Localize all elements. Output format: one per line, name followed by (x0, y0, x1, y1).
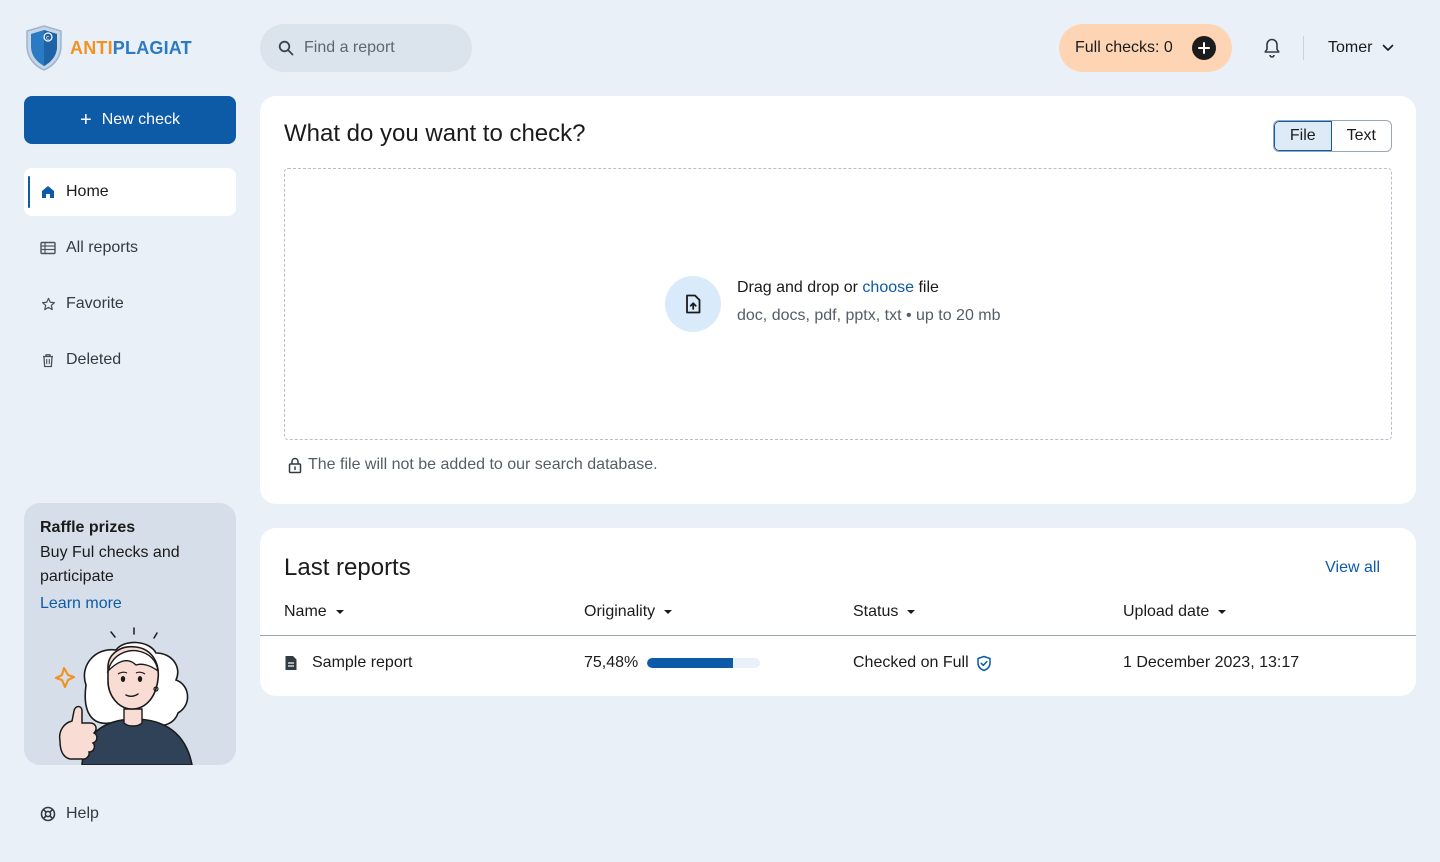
sort-caret-icon (907, 610, 916, 614)
status-text: Checked on Full (853, 654, 969, 671)
sidebar-item-deleted[interactable]: Deleted (24, 336, 236, 384)
file-text-toggle: File Text (1272, 120, 1392, 152)
column-header-originality[interactable]: Originality (584, 603, 673, 621)
add-checks-icon (1192, 36, 1216, 60)
shield-logo-icon: c (26, 25, 62, 71)
logo-text: ANTIPLAGIAT (70, 37, 192, 58)
user-menu[interactable]: Tomer (1328, 36, 1394, 60)
promo-title: Raffle prizes (40, 519, 136, 536)
drop-instructions: Drag and drop or choose file (737, 279, 939, 296)
search-bar[interactable] (260, 24, 472, 72)
originality-percent: 75,48% (584, 654, 639, 671)
document-icon (285, 656, 297, 670)
search-input[interactable] (304, 39, 464, 57)
originality-bar (647, 658, 761, 668)
upload-card: What do you want to check? File Text Dra… (260, 96, 1416, 504)
sort-caret-icon (335, 610, 344, 614)
sidebar-item-home[interactable]: Home (24, 168, 236, 216)
view-all-link[interactable]: View all (1325, 559, 1380, 577)
shield-check-icon (976, 655, 991, 671)
raffle-promo-card: Raffle prizes Buy Ful checks and partici… (24, 503, 236, 765)
star-icon (40, 296, 56, 312)
file-upload-icon (686, 294, 701, 314)
privacy-note: The file will not be added to our search… (288, 456, 658, 474)
table-header-divider (260, 635, 1416, 636)
column-header-status[interactable]: Status (853, 603, 916, 621)
help-lifebuoy-icon (40, 806, 56, 822)
trash-icon (40, 352, 56, 368)
upload-title: What do you want to check? (284, 120, 586, 147)
chevron-down-icon (1383, 44, 1394, 51)
svg-text:c: c (46, 35, 49, 42)
tab-text[interactable]: Text (1332, 121, 1391, 151)
privacy-note-text: The file will not be added to our search… (308, 456, 658, 473)
user-name: Tomer (1328, 39, 1373, 56)
last-reports-title: Last reports (284, 554, 411, 581)
sort-caret-icon (664, 610, 673, 614)
originality-bar-fill (647, 658, 733, 668)
sidebar-item-label: Deleted (66, 351, 122, 368)
sort-caret-icon (1218, 610, 1227, 614)
upload-date-cell: 1 December 2023, 13:17 (1123, 654, 1300, 671)
file-formats-hint: doc, docs, pdf, pptx, txt • up to 20 mb (737, 307, 1001, 324)
lock-icon (288, 457, 302, 473)
home-icon (40, 184, 56, 200)
status-cell: Checked on Full (853, 653, 992, 673)
new-check-label: New check (101, 111, 180, 128)
originality-cell: 75,48% (584, 653, 761, 673)
report-name: Sample report (312, 654, 413, 671)
notifications-bell-icon[interactable] (1260, 36, 1284, 60)
list-icon (40, 240, 56, 256)
header-divider (1303, 36, 1304, 60)
help-link[interactable]: Help (40, 802, 99, 826)
column-header-upload-date[interactable]: Upload date (1123, 603, 1227, 621)
last-reports-card: Last reports View all Name Originality S… (260, 528, 1416, 696)
promo-text: Buy Ful checks and participate (40, 544, 180, 585)
plus-icon: + (80, 109, 92, 131)
sidebar-item-label: Favorite (66, 295, 124, 312)
learn-more-link[interactable]: Learn more (40, 595, 122, 613)
sidebar-item-label: All reports (66, 239, 139, 256)
report-name-cell[interactable]: Sample report (284, 653, 413, 673)
upload-icon-circle (665, 276, 721, 332)
sidebar-item-favorite[interactable]: Favorite (24, 280, 236, 328)
new-check-button[interactable]: + New check (24, 96, 236, 144)
full-checks-label: Full checks: 0 (1075, 39, 1173, 56)
search-icon (278, 40, 294, 56)
full-checks-button[interactable]: Full checks: 0 (1059, 24, 1232, 72)
tab-file[interactable]: File (1273, 121, 1332, 151)
sidebar-item-label: Home (66, 183, 109, 200)
help-label: Help (66, 805, 99, 822)
sidebar-item-all-reports[interactable]: All reports (24, 224, 236, 272)
column-header-name[interactable]: Name (284, 603, 344, 621)
promo-illustration (54, 627, 193, 765)
file-dropzone[interactable]: Drag and drop or choose file doc, docs, … (284, 168, 1392, 440)
choose-file-link[interactable]: choose (862, 279, 914, 296)
logo[interactable]: c ANTIPLAGIAT (24, 24, 192, 72)
